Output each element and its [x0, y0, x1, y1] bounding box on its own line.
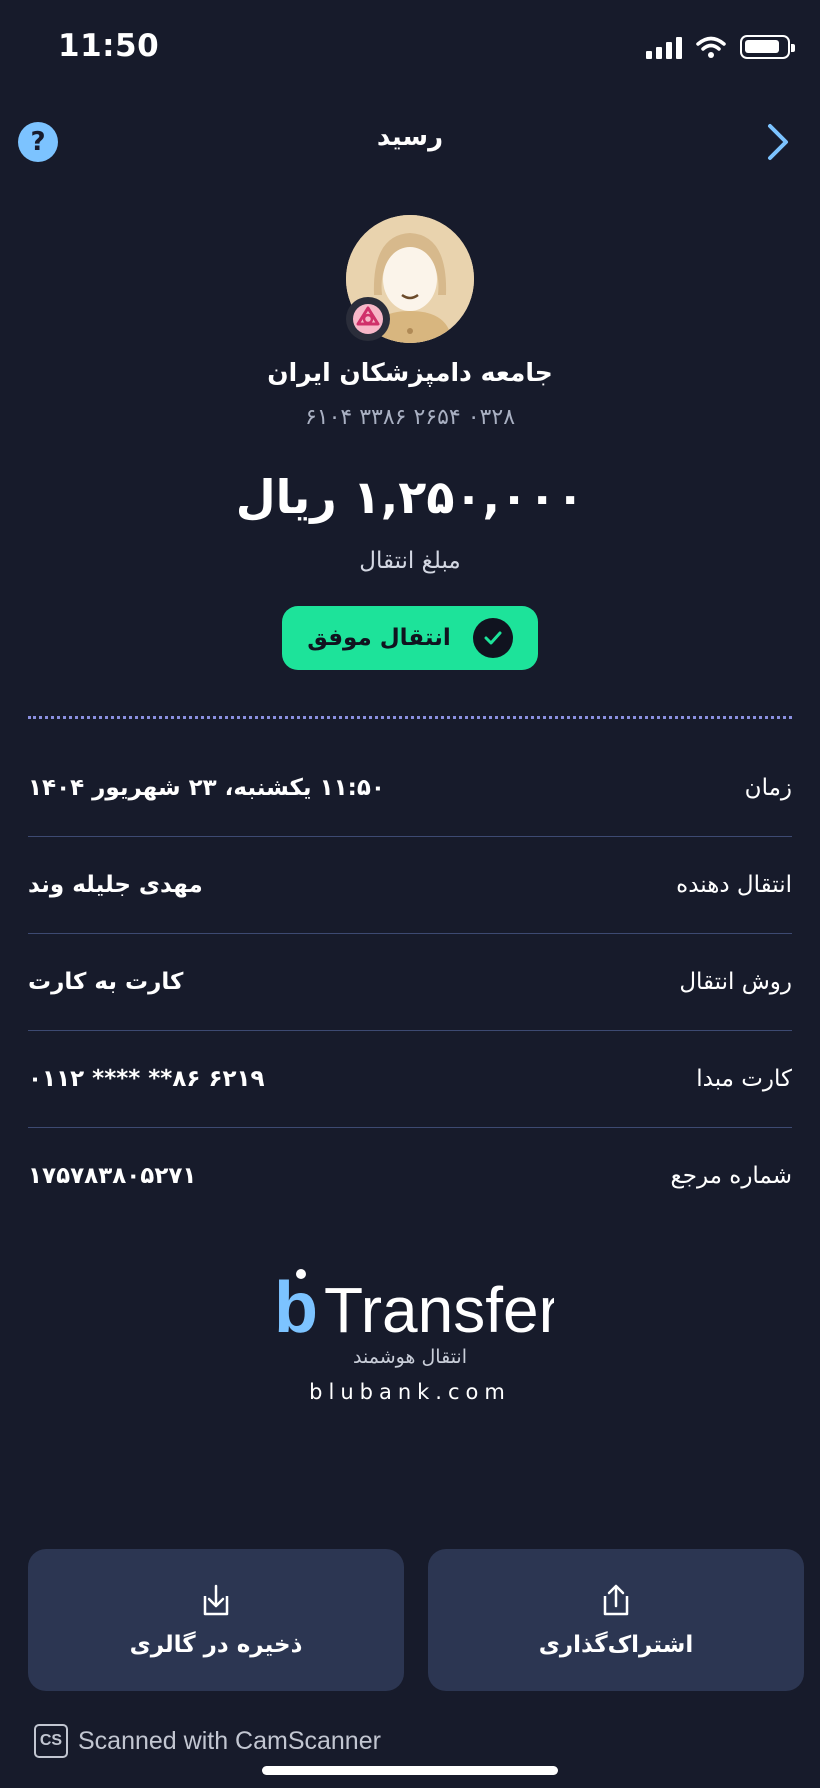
scanner-text: Scanned with CamScanner	[78, 1726, 381, 1755]
divider	[28, 716, 792, 719]
logo-text: Transfer	[324, 1274, 554, 1338]
detail-label: زمان	[744, 775, 792, 801]
detail-value: ۱۷۵۷۸۳۸۰۵۲۷۱	[28, 1163, 197, 1189]
save-to-gallery-button[interactable]: ذخیره در گالری	[28, 1549, 404, 1691]
detail-row-method: روش انتقال کارت به کارت	[28, 934, 792, 1031]
detail-value: ۱۱:۵۰ یکشنبه، ۲۳ شهریور ۱۴۰۴	[28, 775, 385, 801]
logo-subtitle: انتقال هوشمند	[353, 1346, 467, 1368]
status-badge: انتقال موفق	[282, 606, 538, 670]
detail-row-reference: شماره مرجع ۱۷۵۷۸۳۸۰۵۲۷۱	[28, 1128, 792, 1225]
home-indicator[interactable]	[262, 1766, 558, 1775]
check-icon	[472, 618, 513, 658]
detail-label: شماره مرجع	[670, 1163, 792, 1189]
detail-row-time: زمان ۱۱:۵۰ یکشنبه، ۲۳ شهریور ۱۴۰۴	[28, 740, 792, 837]
battery-icon	[740, 35, 795, 59]
detail-label: روش انتقال	[679, 969, 792, 995]
status-icons	[646, 34, 795, 60]
bank-logo-icon	[346, 297, 390, 341]
page-title: رسید	[376, 122, 444, 152]
status-text: انتقال موفق	[307, 625, 451, 651]
camscanner-logo-icon: CS	[34, 1724, 68, 1758]
recipient-name: جامعه دامپزشکان ایران	[267, 358, 553, 387]
cellular-signal-icon	[646, 35, 682, 59]
detail-value: مهدی جلیله وند	[28, 872, 203, 898]
download-icon	[203, 1584, 229, 1616]
share-button[interactable]: اشتراک‌گذاری	[428, 1549, 804, 1691]
detail-label: انتقال دهنده	[676, 872, 792, 898]
share-icon	[603, 1584, 629, 1616]
amount-label: مبلغ انتقال	[359, 548, 461, 574]
detail-value: ۶۲۱۹ ۸۶** **** ۰۱۱۲	[28, 1066, 265, 1092]
transfer-amount: ۱,۲۵۰,۰۰۰ ریال	[235, 470, 585, 524]
camscanner-watermark: CS Scanned with CamScanner	[34, 1724, 381, 1758]
wifi-icon	[696, 36, 726, 58]
status-time: 11:50	[58, 28, 160, 64]
logo-letter: b	[274, 1268, 318, 1338]
share-button-label: اشتراک‌گذاری	[538, 1632, 694, 1658]
detail-value: کارت به کارت	[28, 969, 184, 995]
logo-url: blubank.com	[309, 1380, 511, 1404]
recipient-card-number: ۶۱۰۴ ۳۳۸۶ ۲۶۵۴ ۰۳۲۸	[304, 405, 516, 430]
detail-row-sender: انتقال دهنده مهدی جلیله وند	[28, 837, 792, 934]
detail-label: کارت مبدا	[696, 1066, 792, 1092]
back-chevron-icon[interactable]	[758, 118, 798, 166]
detail-row-source-card: کارت مبدا ۶۲۱۹ ۸۶** **** ۰۱۱۲	[28, 1031, 792, 1128]
save-button-label: ذخیره در گالری	[129, 1632, 303, 1658]
